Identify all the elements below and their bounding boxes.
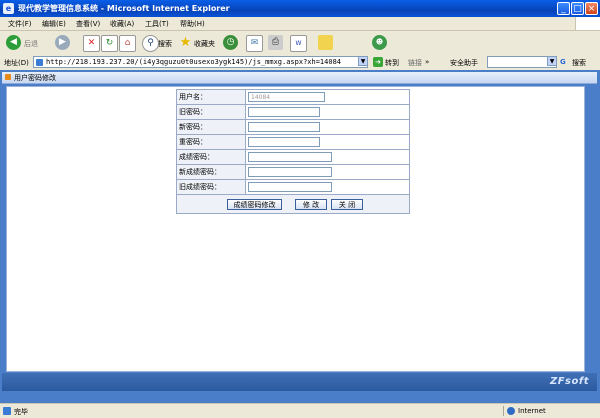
form-row-new-grade-password: 新成绩密码： <box>176 164 410 180</box>
toolbar: ◀ 后退 ▶ ✕ ↻ ⌂ ⚲ 搜索 ★ 收藏夹 ◷ ✉ ⎙ W ☻ <box>0 31 600 56</box>
new-password-label: 新密码： <box>176 119 246 135</box>
page-title: 用户密码修改 <box>14 74 56 82</box>
window-titlebar[interactable]: e 现代教学管理信息系统 - Microsoft Internet Explor… <box>0 0 600 17</box>
password-form-table: 用户名： 14084 旧密码： 新密码： 重密码： 成绩密码： 新成绩密码： 旧… <box>176 89 410 195</box>
mail-icon[interactable]: ✉ <box>246 35 263 52</box>
favorites-label[interactable]: 收藏夹 <box>194 39 215 49</box>
home-icon[interactable]: ⌂ <box>119 35 136 52</box>
more-chevron-icon[interactable]: » <box>425 58 429 66</box>
menu-tools[interactable]: 工具(T) <box>145 19 169 29</box>
old-grade-password-field[interactable] <box>248 182 332 192</box>
new-password-field[interactable] <box>248 122 320 132</box>
messenger-icon[interactable]: ☻ <box>372 35 387 50</box>
new-grade-password-field[interactable] <box>248 167 332 177</box>
minimize-button[interactable]: _ <box>557 2 570 15</box>
go-button[interactable]: 转到 <box>385 58 399 68</box>
page-status-icon <box>3 407 11 415</box>
page-footer: ZFsoft <box>2 373 597 391</box>
breadcrumb: 用户密码修改 <box>2 72 597 84</box>
print-icon[interactable]: ⎙ <box>268 35 283 50</box>
search-button[interactable]: 搜索 <box>572 58 586 68</box>
zfsoft-logo: ZFsoft <box>549 376 589 387</box>
form-row-old-grade-password: 旧成绩密码： <box>176 179 410 195</box>
favorites-star-icon[interactable]: ★ <box>178 35 193 50</box>
url-dropdown-icon[interactable]: ▼ <box>358 56 368 66</box>
repeat-password-label: 重密码： <box>176 134 246 150</box>
links-label[interactable]: 链接 <box>408 58 422 68</box>
status-text: 完毕 <box>14 408 28 416</box>
form-row-grade-password: 成绩密码： <box>176 149 410 165</box>
old-password-field[interactable] <box>248 107 320 117</box>
menu-bar: 文件(F) 编辑(E) 查看(V) 收藏(A) 工具(T) 帮助(H) <box>0 17 600 31</box>
menu-edit[interactable]: 编辑(E) <box>42 19 66 29</box>
window-title: 现代教学管理信息系统 - Microsoft Internet Explorer <box>18 4 230 13</box>
back-label[interactable]: 后退 <box>24 39 38 49</box>
search-g-icon[interactable]: G <box>560 58 566 66</box>
modify-button[interactable]: 修 改 <box>295 199 327 210</box>
form-row-new-password: 新密码： <box>176 119 410 135</box>
button-row: 成绩密码修改 修 改 关 闭 <box>176 194 410 214</box>
menu-view[interactable]: 查看(V) <box>76 19 100 29</box>
safety-assistant-button[interactable]: 安全助手 <box>450 58 478 68</box>
forward-arrow-icon[interactable]: ▶ <box>55 35 70 50</box>
grade-password-field[interactable] <box>248 152 332 162</box>
grade-password-modify-button[interactable]: 成绩密码修改 <box>227 199 282 210</box>
old-password-label: 旧密码： <box>176 104 246 120</box>
menu-help[interactable]: 帮助(H) <box>180 19 205 29</box>
search-label[interactable]: 搜索 <box>158 39 172 49</box>
new-grade-password-label: 新成绩密码： <box>176 164 246 180</box>
form-row-username: 用户名： 14084 <box>176 89 410 105</box>
username-field: 14084 <box>248 92 325 102</box>
security-zone: Internet <box>503 406 599 416</box>
windows-logo-icon <box>575 17 600 30</box>
username-label: 用户名： <box>176 89 246 105</box>
ie-app-icon: e <box>3 3 14 14</box>
url-text: http://218.193.237.20/(i4y3qguzu0t0usexo… <box>46 58 342 66</box>
repeat-password-field[interactable] <box>248 137 320 147</box>
status-bar: 完毕 Internet <box>0 403 600 418</box>
search-dropdown-icon[interactable]: ▼ <box>547 56 557 66</box>
url-input[interactable]: http://218.193.237.20/(i4y3qguzu0t0usexo… <box>33 56 368 68</box>
form-row-old-password: 旧密码： <box>176 104 410 120</box>
old-grade-password-label: 旧成绩密码： <box>176 179 246 195</box>
refresh-icon[interactable]: ↻ <box>101 35 118 52</box>
internet-globe-icon <box>507 407 515 415</box>
zone-label: Internet <box>518 407 546 415</box>
address-bar: 地址(D) http://218.193.237.20/(i4y3qguzu0t… <box>0 55 600 71</box>
close-window-button[interactable]: × <box>585 2 598 15</box>
search-icon[interactable]: ⚲ <box>142 35 159 52</box>
form-row-repeat-password: 重密码： <box>176 134 410 150</box>
stop-icon[interactable]: ✕ <box>83 35 100 52</box>
close-button[interactable]: 关 闭 <box>331 199 363 210</box>
edit-icon[interactable]: W <box>290 35 307 52</box>
address-label: 地址(D) <box>4 59 29 67</box>
breadcrumb-icon <box>5 74 11 80</box>
back-arrow-icon[interactable]: ◀ <box>6 35 21 50</box>
menu-favorites[interactable]: 收藏(A) <box>110 19 134 29</box>
discuss-icon[interactable] <box>318 35 333 50</box>
go-arrow-icon[interactable]: ➔ <box>373 57 383 67</box>
maximize-button[interactable]: □ <box>571 2 584 15</box>
grade-password-label: 成绩密码： <box>176 149 246 165</box>
page-icon <box>36 59 43 66</box>
menu-file[interactable]: 文件(F) <box>8 19 32 29</box>
history-icon[interactable]: ◷ <box>223 35 238 50</box>
